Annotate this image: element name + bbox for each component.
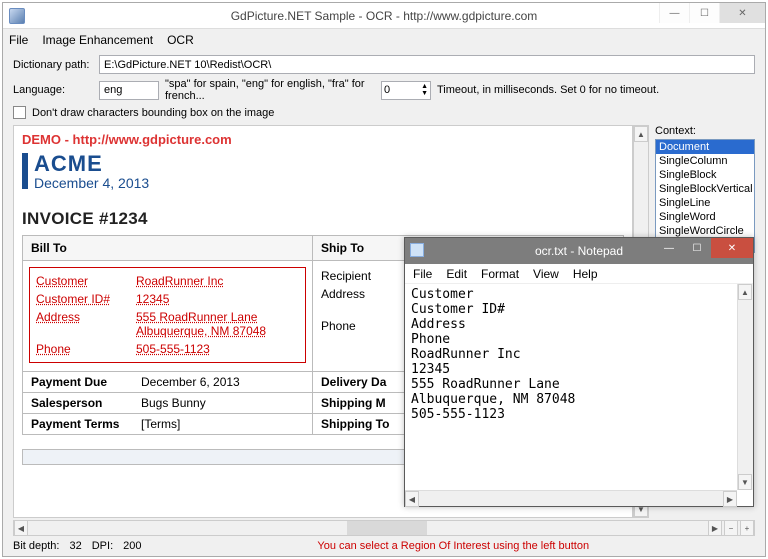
- ocr-selection-box[interactable]: CustomerRoadRunner Inc Customer ID#12345…: [29, 267, 306, 363]
- notepad-close-button[interactable]: ✕: [711, 238, 753, 258]
- notepad-maximize-button[interactable]: ☐: [683, 238, 711, 258]
- demo-watermark: DEMO - http://www.gdpicture.com: [22, 132, 624, 147]
- close-button[interactable]: ✕: [719, 3, 765, 23]
- context-item[interactable]: SingleWord: [656, 210, 754, 224]
- context-item[interactable]: SingleWordCircle: [656, 224, 754, 238]
- dpi-label: DPI:: [92, 540, 113, 552]
- language-hint: "spa" for spain, "eng" for english, "fra…: [165, 78, 375, 102]
- notepad-menu-file[interactable]: File: [413, 267, 432, 281]
- notepad-scrollbar-vertical[interactable]: ▲▼: [737, 284, 753, 490]
- timeout-spinner[interactable]: 0▲▼: [381, 81, 431, 100]
- bitdepth-value: 32: [69, 540, 81, 552]
- notepad-scrollbar-horizontal[interactable]: ◀▶: [405, 490, 737, 506]
- logo-bar: [22, 153, 28, 189]
- notepad-menu-edit[interactable]: Edit: [446, 267, 467, 281]
- document-date: December 4, 2013: [34, 175, 149, 191]
- dpi-value: 200: [123, 540, 141, 552]
- language-input[interactable]: [99, 81, 159, 100]
- language-label: Language:: [13, 84, 93, 96]
- bounding-box-checkbox[interactable]: [13, 106, 26, 119]
- menu-file[interactable]: File: [9, 33, 28, 47]
- dict-path-label: Dictionary path:: [13, 59, 93, 71]
- viewer-scrollbar-horizontal[interactable]: ◀ ▶ − +: [13, 520, 755, 536]
- bitdepth-label: Bit depth:: [13, 540, 59, 552]
- notepad-menubar: File Edit Format View Help: [405, 264, 753, 284]
- menu-ocr[interactable]: OCR: [167, 33, 194, 47]
- status-message: You can select a Region Of Interest usin…: [152, 540, 756, 552]
- notepad-minimize-button[interactable]: —: [655, 238, 683, 258]
- context-label: Context:: [655, 125, 755, 137]
- notepad-textarea[interactable]: Customer Customer ID# Address Phone Road…: [405, 284, 753, 506]
- app-icon: [9, 8, 25, 24]
- maximize-button[interactable]: ☐: [689, 3, 719, 23]
- context-item[interactable]: SingleColumn: [656, 154, 754, 168]
- spinner-arrows-icon[interactable]: ▲▼: [421, 83, 428, 97]
- scroll-up-icon[interactable]: ▲: [634, 126, 648, 142]
- scroll-right-icon[interactable]: ▶: [708, 520, 722, 536]
- bounding-box-label: Don't draw characters bounding box on th…: [32, 107, 274, 119]
- notepad-icon: [410, 243, 424, 257]
- notepad-menu-view[interactable]: View: [533, 267, 559, 281]
- context-listbox[interactable]: Document SingleColumn SingleBlock Single…: [655, 139, 755, 253]
- notepad-menu-help[interactable]: Help: [573, 267, 598, 281]
- menu-image-enhancement[interactable]: Image Enhancement: [42, 33, 153, 47]
- form-area: Dictionary path: Language: "spa" for spa…: [3, 51, 765, 121]
- scrollbar-thumb[interactable]: [347, 521, 427, 535]
- zoom-in-button[interactable]: +: [740, 520, 754, 536]
- dict-path-input[interactable]: [99, 55, 755, 74]
- timeout-hint: Timeout, in milliseconds. Set 0 for no t…: [437, 84, 659, 96]
- notepad-window[interactable]: ocr.txt - Notepad — ☐ ✕ File Edit Format…: [404, 237, 754, 507]
- notepad-titlebar[interactable]: ocr.txt - Notepad — ☐ ✕: [405, 238, 753, 264]
- zoom-out-button[interactable]: −: [724, 520, 738, 536]
- titlebar[interactable]: GdPicture.NET Sample - OCR - http://www.…: [3, 3, 765, 29]
- menubar: File Image Enhancement OCR: [3, 29, 765, 51]
- status-bar: Bit depth: 32 DPI: 200 You can select a …: [3, 538, 765, 556]
- window-title: GdPicture.NET Sample - OCR - http://www.…: [231, 9, 538, 23]
- context-item[interactable]: SingleLine: [656, 196, 754, 210]
- invoice-heading: INVOICE #1234: [22, 209, 624, 229]
- minimize-button[interactable]: —: [659, 3, 689, 23]
- context-item[interactable]: SingleBlock: [656, 168, 754, 182]
- context-item[interactable]: Document: [656, 140, 754, 154]
- notepad-title: ocr.txt - Notepad: [535, 244, 623, 258]
- notepad-menu-format[interactable]: Format: [481, 267, 519, 281]
- scroll-left-icon[interactable]: ◀: [14, 520, 28, 536]
- context-item[interactable]: SingleBlockVertical: [656, 182, 754, 196]
- company-name: ACME: [34, 151, 149, 177]
- billto-header: Bill To: [23, 236, 313, 260]
